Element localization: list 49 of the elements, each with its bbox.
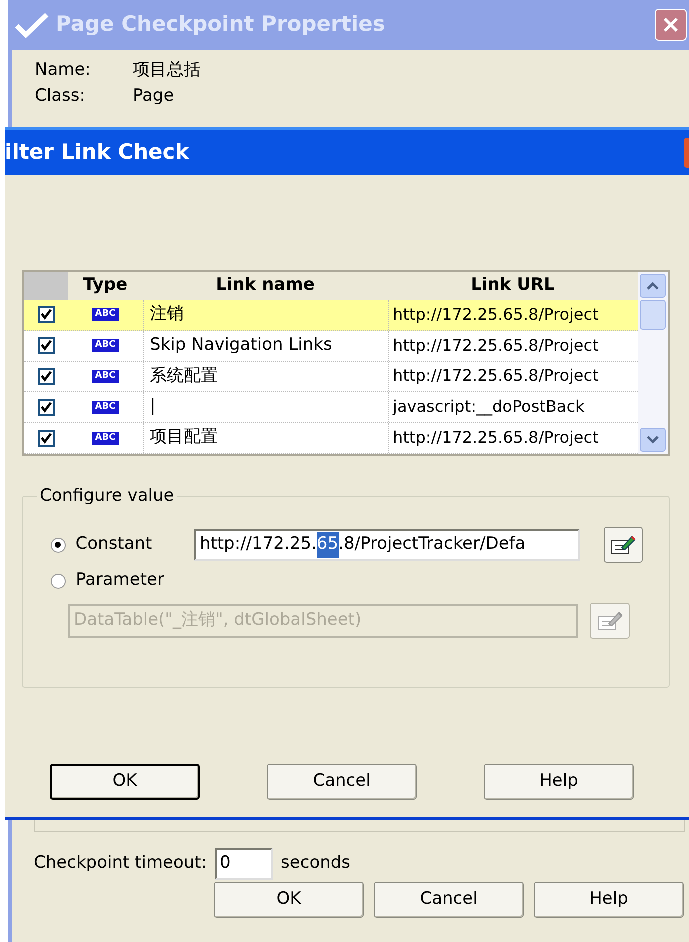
dialog-button[interactable]: OK [214, 882, 364, 918]
type-badge: ABC [92, 400, 119, 414]
dialog-button[interactable]: OK [50, 764, 200, 800]
table-cell: 注销 [143, 300, 388, 330]
table-cell: 项目配置 [143, 423, 388, 453]
table-cell: Skip Navigation Links [143, 330, 388, 360]
dialog-button[interactable]: Help [484, 764, 634, 800]
dialog-button[interactable]: Help [534, 882, 684, 918]
checkbox[interactable] [38, 398, 54, 416]
timeout-field[interactable]: 0 [215, 848, 274, 880]
field-value: Page [133, 85, 174, 108]
edit-icon [610, 534, 636, 556]
close-icon [662, 16, 680, 34]
dialog-button[interactable]: Cancel [374, 882, 524, 918]
type-badge: ABC [92, 308, 119, 322]
header-corner [24, 272, 68, 300]
window-title: ilter Link Check [5, 138, 190, 166]
window-title: Page Checkpoint Properties [56, 11, 386, 38]
dialog-button[interactable]: Cancel [267, 764, 417, 800]
radio-label[interactable]: Constant [76, 532, 184, 558]
radio-button[interactable] [51, 538, 66, 552]
edit-button[interactable] [604, 527, 643, 563]
field-value: 项目总括 [133, 59, 201, 82]
field-label: Class: [35, 85, 86, 108]
table-row[interactable]: ABC 项目配置 http://172.25.65.8/Project [24, 423, 638, 454]
checkbox[interactable] [38, 430, 54, 447]
scroll-thumb[interactable] [640, 300, 666, 330]
type-badge: ABC [92, 339, 119, 352]
column-header[interactable]: Type [68, 272, 143, 300]
table-cell: | [143, 392, 388, 422]
checkbox[interactable] [38, 337, 54, 354]
column-header[interactable]: Link URL [388, 272, 638, 300]
type-badge: ABC [92, 370, 119, 383]
scrollbar[interactable] [638, 272, 668, 454]
table-row[interactable]: ABC | javascript:__doPostBack [24, 392, 638, 424]
field-label: Name: [35, 59, 92, 82]
edit-icon [597, 610, 623, 632]
unit-label: seconds [281, 852, 351, 876]
table-row[interactable]: ABC Skip Navigation Links http://172.25.65.8/Project [24, 330, 638, 362]
type-badge: ABC [92, 432, 119, 445]
input-field[interactable]: http://172.25.65.8/ProjectTracker/Defa [194, 529, 580, 561]
column-header[interactable]: Link name [143, 272, 388, 300]
table-row[interactable]: ABC 系统配置 http://172.25.65.8/Project [24, 362, 638, 392]
table-cell: 系统配置 [143, 362, 388, 392]
table-row[interactable]: ABC 注销 http://172.25.65.8/Project [24, 300, 638, 331]
timeout-label: Checkpoint timeout: [34, 852, 208, 876]
checkbox[interactable] [38, 306, 54, 324]
checkmark-icon [14, 11, 50, 39]
checkbox[interactable] [38, 368, 54, 385]
